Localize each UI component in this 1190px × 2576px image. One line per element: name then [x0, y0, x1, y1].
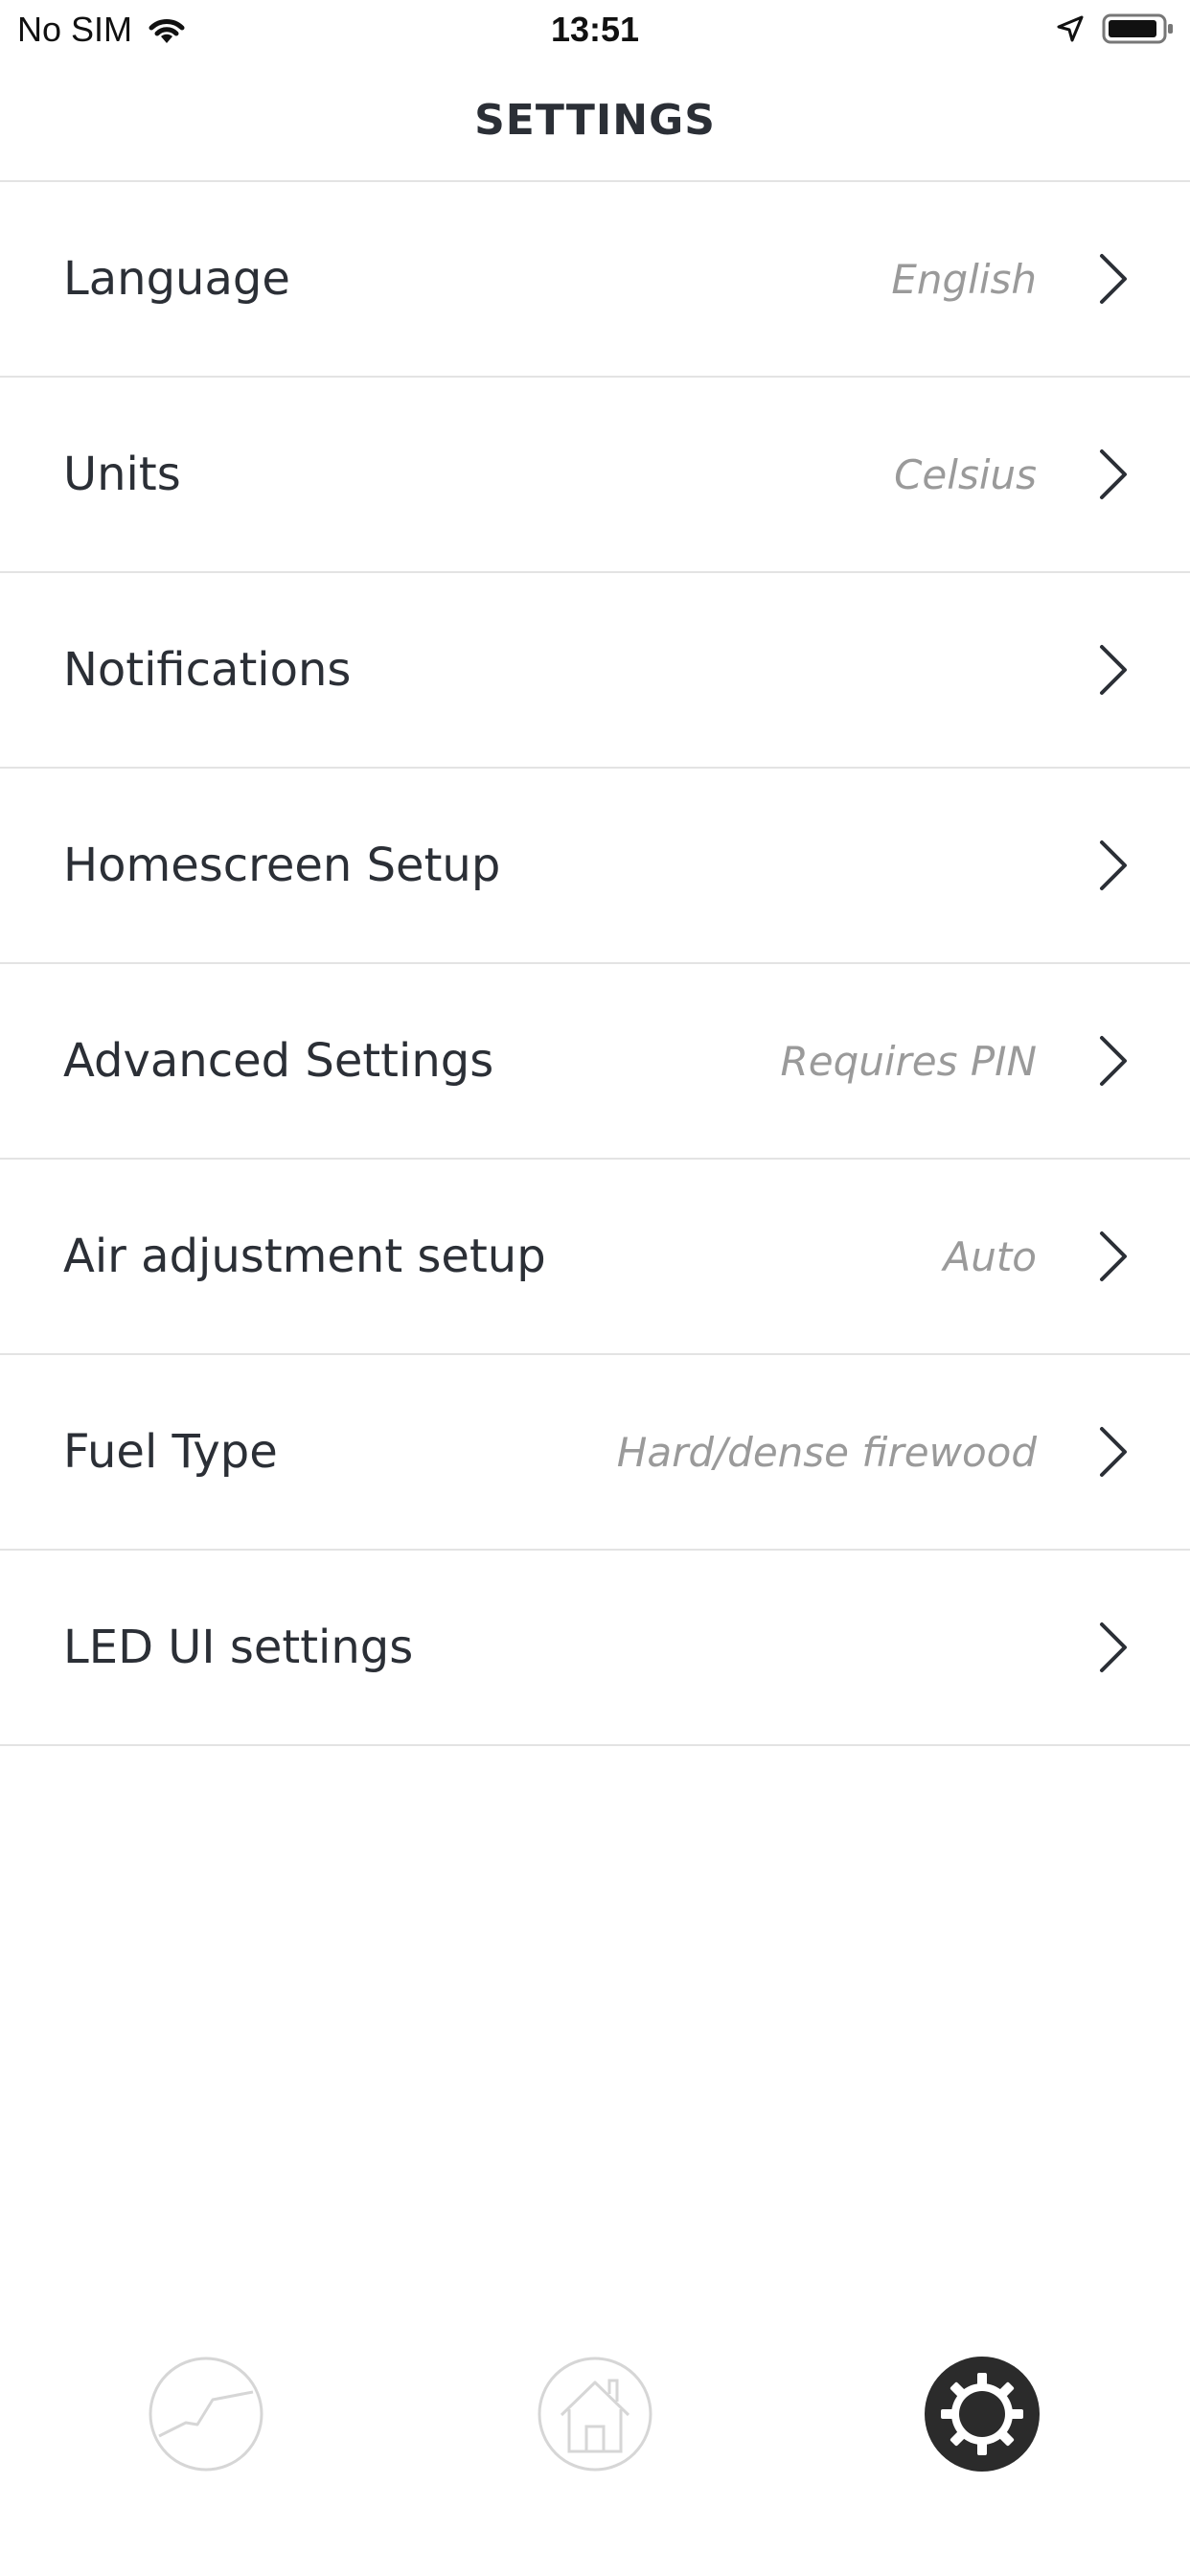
- row-value: Hard/dense firewood: [616, 1428, 1037, 1476]
- chevron-right-icon: [1100, 1622, 1127, 1672]
- row-label: Air adjustment setup: [63, 1230, 546, 1283]
- settings-list: Language English Units Celsius Notificat…: [0, 182, 1190, 1746]
- status-time: 13:51: [550, 10, 640, 49]
- chevron-right-icon: [1100, 645, 1127, 695]
- location-arrow-icon: [1057, 15, 1084, 42]
- settings-row-units[interactable]: Units Celsius: [0, 378, 1190, 573]
- row-label: Units: [63, 448, 181, 501]
- chevron-right-icon: [1100, 1036, 1127, 1086]
- row-label: Notifications: [63, 643, 352, 697]
- tab-stats-chart-icon[interactable]: [148, 2356, 264, 2472]
- chevron-right-icon: [1100, 254, 1127, 304]
- row-value: Auto: [943, 1232, 1037, 1280]
- tab-settings-gear-icon[interactable]: [924, 2356, 1041, 2472]
- battery-icon: [1102, 13, 1173, 44]
- settings-row-language[interactable]: Language English: [0, 182, 1190, 378]
- chevron-right-icon: [1100, 449, 1127, 499]
- tab-bar: [0, 2338, 1190, 2492]
- chevron-right-icon: [1100, 840, 1127, 890]
- row-label: Language: [63, 252, 290, 306]
- settings-row-advanced-settings[interactable]: Advanced Settings Requires PIN: [0, 964, 1190, 1160]
- status-right-group: [1056, 12, 1175, 46]
- settings-row-led-ui-settings[interactable]: LED UI settings: [0, 1551, 1190, 1746]
- row-value: Celsius: [894, 450, 1037, 498]
- row-label: Advanced Settings: [63, 1034, 494, 1088]
- chevron-right-icon: [1100, 1231, 1127, 1281]
- row-value: English: [891, 255, 1037, 303]
- settings-row-notifications[interactable]: Notifications: [0, 573, 1190, 769]
- settings-row-air-adjustment-setup[interactable]: Air adjustment setup Auto: [0, 1160, 1190, 1355]
- chevron-right-icon: [1100, 1427, 1127, 1477]
- status-bar: No SIM 13:51: [0, 0, 1190, 59]
- row-label: Fuel Type: [63, 1425, 278, 1479]
- row-label: Homescreen Setup: [63, 839, 501, 892]
- row-value: Requires PIN: [780, 1037, 1037, 1085]
- nav-header: SETTINGS: [0, 59, 1190, 182]
- tab-home-icon[interactable]: [537, 2356, 653, 2472]
- row-label: LED UI settings: [63, 1621, 414, 1674]
- settings-row-homescreen-setup[interactable]: Homescreen Setup: [0, 769, 1190, 964]
- page-title: SETTINGS: [474, 95, 716, 145]
- settings-row-fuel-type[interactable]: Fuel Type Hard/dense firewood: [0, 1355, 1190, 1551]
